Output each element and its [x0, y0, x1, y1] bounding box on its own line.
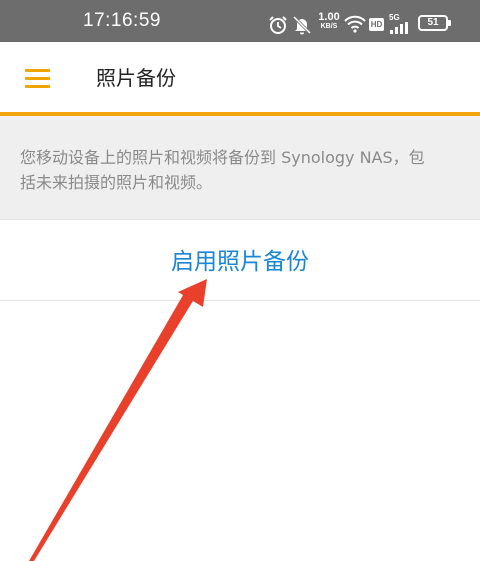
- hd-icon: HD: [369, 18, 384, 31]
- status-time: 17:16:59: [83, 10, 161, 31]
- page-title: 照片备份: [96, 66, 176, 90]
- battery-icon: 51: [418, 15, 448, 31]
- app-bar: 照片备份: [0, 42, 480, 114]
- battery-level: 51: [427, 17, 439, 28]
- info-panel: 您移动设备上的照片和视频将备份到 Synology NAS，包括未来拍摄的照片和…: [0, 116, 480, 220]
- alarm-icon: [269, 16, 287, 34]
- network-speed-unit: KB/S: [320, 23, 338, 30]
- hd-label: HD: [370, 20, 383, 29]
- mute-icon: [292, 15, 312, 35]
- status-bar: 17:16:59 1.00 KB/S HD 5G 51: [0, 0, 480, 42]
- signal-icon: 5G: [389, 14, 413, 34]
- backup-description: 您移动设备上的照片和视频将备份到 Synology NAS，包括未来拍摄的照片和…: [20, 148, 425, 192]
- hamburger-menu-icon[interactable]: [14, 61, 62, 97]
- network-speed-value: 1.00: [318, 11, 340, 23]
- network-speed: 1.00 KB/S: [316, 12, 342, 31]
- enable-photo-backup-button[interactable]: 启用照片备份: [0, 244, 480, 280]
- section-divider: [0, 300, 480, 301]
- signal-label: 5G: [389, 13, 400, 22]
- battery-tip: [448, 20, 451, 26]
- wifi-icon: [344, 15, 366, 33]
